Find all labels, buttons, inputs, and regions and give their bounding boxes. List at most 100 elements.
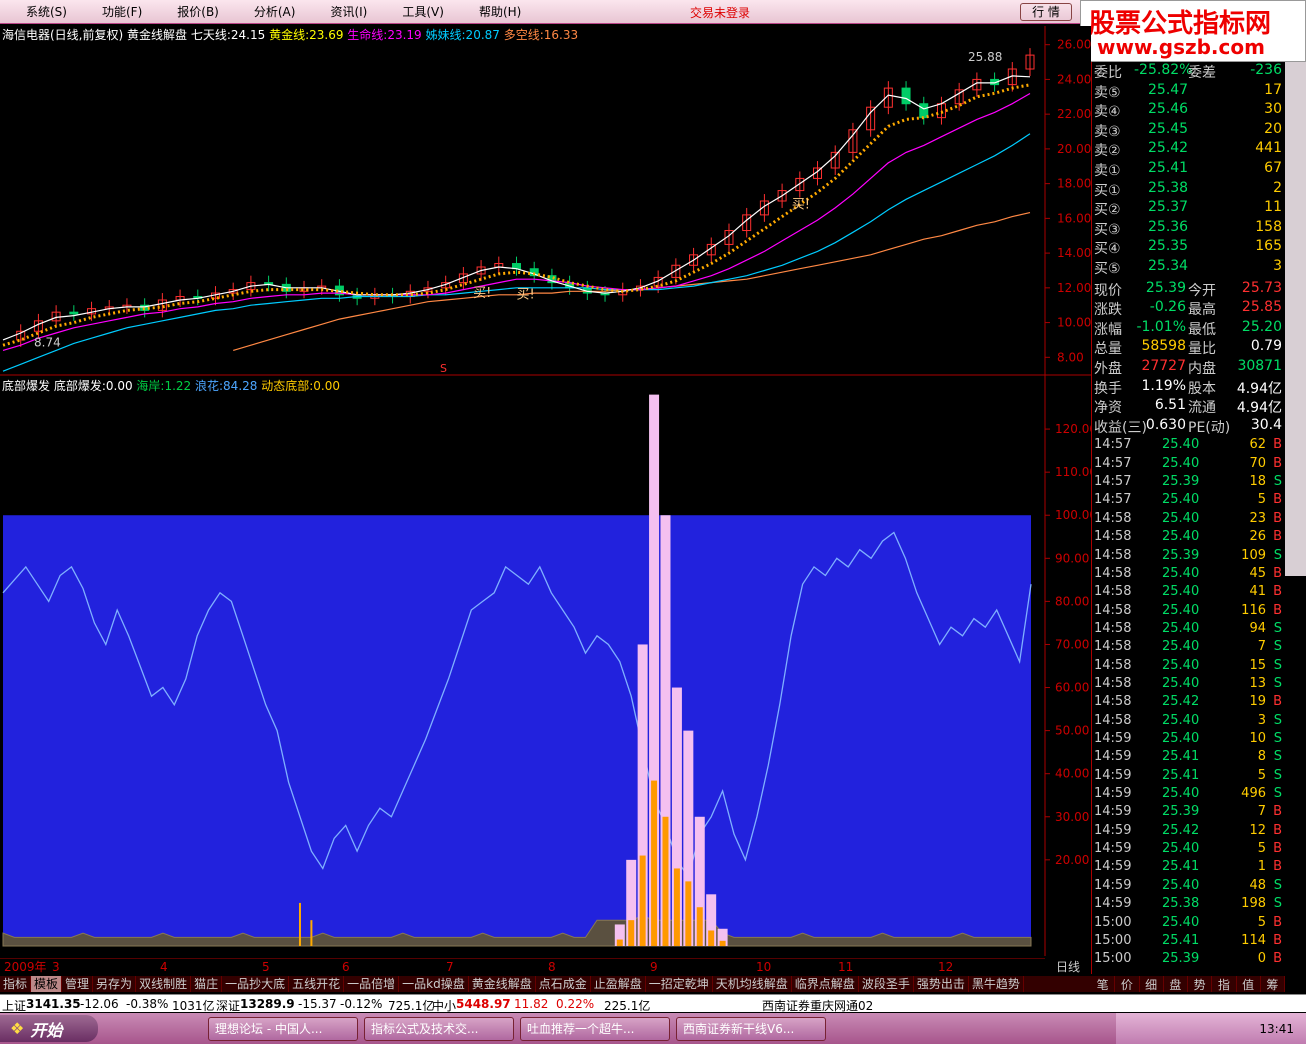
stat-label: 外盘 [1094, 361, 1122, 377]
spike-core [628, 920, 635, 946]
detail-tab-2[interactable]: 细 [1140, 976, 1164, 992]
menu-function[interactable]: 功能(F) [102, 3, 142, 20]
tick-time: 14:58 [1094, 694, 1132, 710]
tick-volume: 12 [1249, 822, 1266, 838]
stat-label-2: 流通 [1188, 400, 1216, 417]
tab-13[interactable]: 一招定乾坤 [646, 976, 713, 992]
tick-time: 14:58 [1094, 529, 1132, 545]
stat-value: 6.51 [1154, 397, 1186, 414]
tab-15[interactable]: 临界点解盘 [792, 976, 859, 992]
stat-row: 涨跌 -0.26 最高 25.85 [1092, 299, 1286, 318]
detail-tab-7[interactable]: 筹 [1261, 976, 1285, 992]
tool-sidebar [1285, 62, 1306, 576]
main-legend: 海信电器(日线,前复权) 黄金线解盘 七天线:24.15 黄金线:23.69 生… [2, 26, 578, 43]
stat-value-2: 4.94亿 [1236, 400, 1282, 417]
price-tick-label: 8.00 [1057, 350, 1084, 364]
bid-row: 买④ 25.35 165 [1092, 238, 1286, 257]
tab-9[interactable]: 一品kd操盘 [399, 976, 469, 992]
detail-tab-3[interactable]: 盘 [1164, 976, 1188, 992]
month-label: 7 [446, 960, 454, 974]
ask-volume: 441 [1255, 140, 1282, 157]
tab-2[interactable]: 管理 [62, 976, 94, 992]
detail-tab-6[interactable]: 值 [1237, 976, 1261, 992]
detail-tab-5[interactable]: 指 [1212, 976, 1237, 992]
tick-volume: 5 [1257, 767, 1266, 783]
tab-6[interactable]: 一品抄大底 [222, 976, 290, 992]
broker-name: 西南证券重庆网通02 [762, 999, 874, 1013]
tick-side: B [1273, 492, 1282, 508]
legend-item-0: 七天线:24.15 [190, 28, 266, 42]
taskbar: ❖ 开始 理想论坛 - 中国人... 指标公式及技术交... 吐血推荐一个超牛..… [0, 1013, 1306, 1044]
tick-time: 14:59 [1094, 859, 1132, 875]
stat-label-2: 股本 [1188, 380, 1216, 397]
weicha-value: -236 [1250, 62, 1282, 78]
bid-row: 买① 25.38 2 [1092, 180, 1286, 199]
sub-legend-item-1: 海岸:1.22 [132, 379, 192, 393]
detail-tab-4[interactable]: 势 [1188, 976, 1213, 992]
tab-5[interactable]: 猫庄 [191, 976, 223, 992]
bid-row: 买⑤ 25.34 3 [1092, 258, 1286, 277]
tick-time: 14:59 [1094, 896, 1132, 912]
tab-7[interactable]: 五线开花 [289, 976, 345, 992]
tab-8[interactable]: 一品倍增 [344, 976, 400, 992]
tick-time: 14:58 [1094, 584, 1132, 600]
detail-tabs: 笔价细盘势指值筹 [1091, 976, 1285, 992]
task-recommend[interactable]: 吐血推荐一个超牛... [520, 1016, 670, 1041]
quote-button[interactable]: 行 情 [1020, 3, 1072, 21]
tick-price: 25.40 [1162, 914, 1200, 930]
tab-16[interactable]: 波段圣手 [859, 976, 914, 992]
month-label: 10 [756, 960, 771, 974]
bid-price: 25.37 [1148, 199, 1189, 216]
tab-3[interactable]: 另存为 [93, 976, 137, 992]
stat-label-2: 内盘 [1188, 361, 1216, 377]
tick-side: S [1273, 786, 1282, 802]
task-label: 吐血推荐一个超牛... [527, 1022, 635, 1036]
zx-amount: 225.1亿 [604, 999, 651, 1013]
tab-10[interactable]: 黄金线解盘 [469, 976, 536, 992]
tab-14[interactable]: 天机均线解盘 [713, 976, 792, 992]
start-button[interactable]: ❖ 开始 [0, 1015, 98, 1042]
legend-item-3: 姊妹线:20.87 [421, 28, 500, 42]
task-lixiang-forum[interactable]: 理想论坛 - 中国人... [208, 1016, 358, 1041]
tick-side: B [1273, 822, 1282, 838]
spike-core [685, 881, 692, 946]
tab-4[interactable]: 双线制胜 [136, 976, 192, 992]
spike-core [616, 939, 623, 946]
logo-url: www.gszb.com [1097, 35, 1265, 59]
sub-tick-label: 90.00 [1055, 551, 1089, 565]
tab-1[interactable]: 模板 [31, 976, 63, 992]
tick-price: 25.39 [1162, 804, 1200, 820]
price-chart[interactable]: 26.00 24.00 22.00 20.00 18.00 16.00 14.00 12.00… [0, 26, 1091, 376]
stat-value-2: 30871 [1237, 358, 1282, 374]
tick-time: 14:58 [1094, 675, 1132, 691]
tick-time: 15:00 [1094, 951, 1132, 967]
bid-label: 买⑤ [1094, 261, 1121, 277]
tick-volume: 0 [1257, 951, 1266, 967]
stat-value-2: 30.4 [1250, 416, 1282, 433]
month-label: 8 [548, 960, 556, 974]
tab-18[interactable]: 黑牛趋势 [969, 976, 1024, 992]
legend-item-1: 黄金线:23.69 [265, 28, 344, 42]
menu-system[interactable]: 系统(S) [26, 3, 67, 20]
menu-help[interactable]: 帮助(H) [479, 3, 521, 20]
menu-analysis[interactable]: 分析(A) [254, 3, 296, 20]
spike-core [651, 780, 658, 946]
tick-side: S [1273, 749, 1282, 765]
price-tick-label: 14.00 [1057, 246, 1091, 260]
tab-11[interactable]: 点石成金 [536, 976, 591, 992]
tab-17[interactable]: 强势出击 [914, 976, 969, 992]
tab-0[interactable]: 指标 [0, 976, 32, 992]
indicator-chart[interactable]: 120.00 110.00 100.00 90.00 80.00 70.00 60.00 50… [0, 376, 1091, 956]
task-broker-app[interactable]: 西南证券新干线V6... [676, 1016, 826, 1041]
menu-tools[interactable]: 工具(V) [402, 3, 444, 20]
menu-quote[interactable]: 报价(B) [177, 3, 219, 20]
task-formula-forum[interactable]: 指标公式及技术交... [364, 1016, 514, 1041]
detail-tab-1[interactable]: 价 [1115, 976, 1140, 992]
detail-tab-0[interactable]: 笔 [1091, 976, 1116, 992]
menu-info[interactable]: 资讯(I) [330, 3, 367, 20]
tab-12[interactable]: 止盈解盘 [591, 976, 646, 992]
tick-row: 14:59 25.40 5 B [1092, 841, 1286, 859]
sh-change: -12.06 [80, 997, 119, 1011]
price-tick-label: 12.00 [1057, 281, 1091, 295]
tick-time: 14:59 [1094, 841, 1132, 857]
